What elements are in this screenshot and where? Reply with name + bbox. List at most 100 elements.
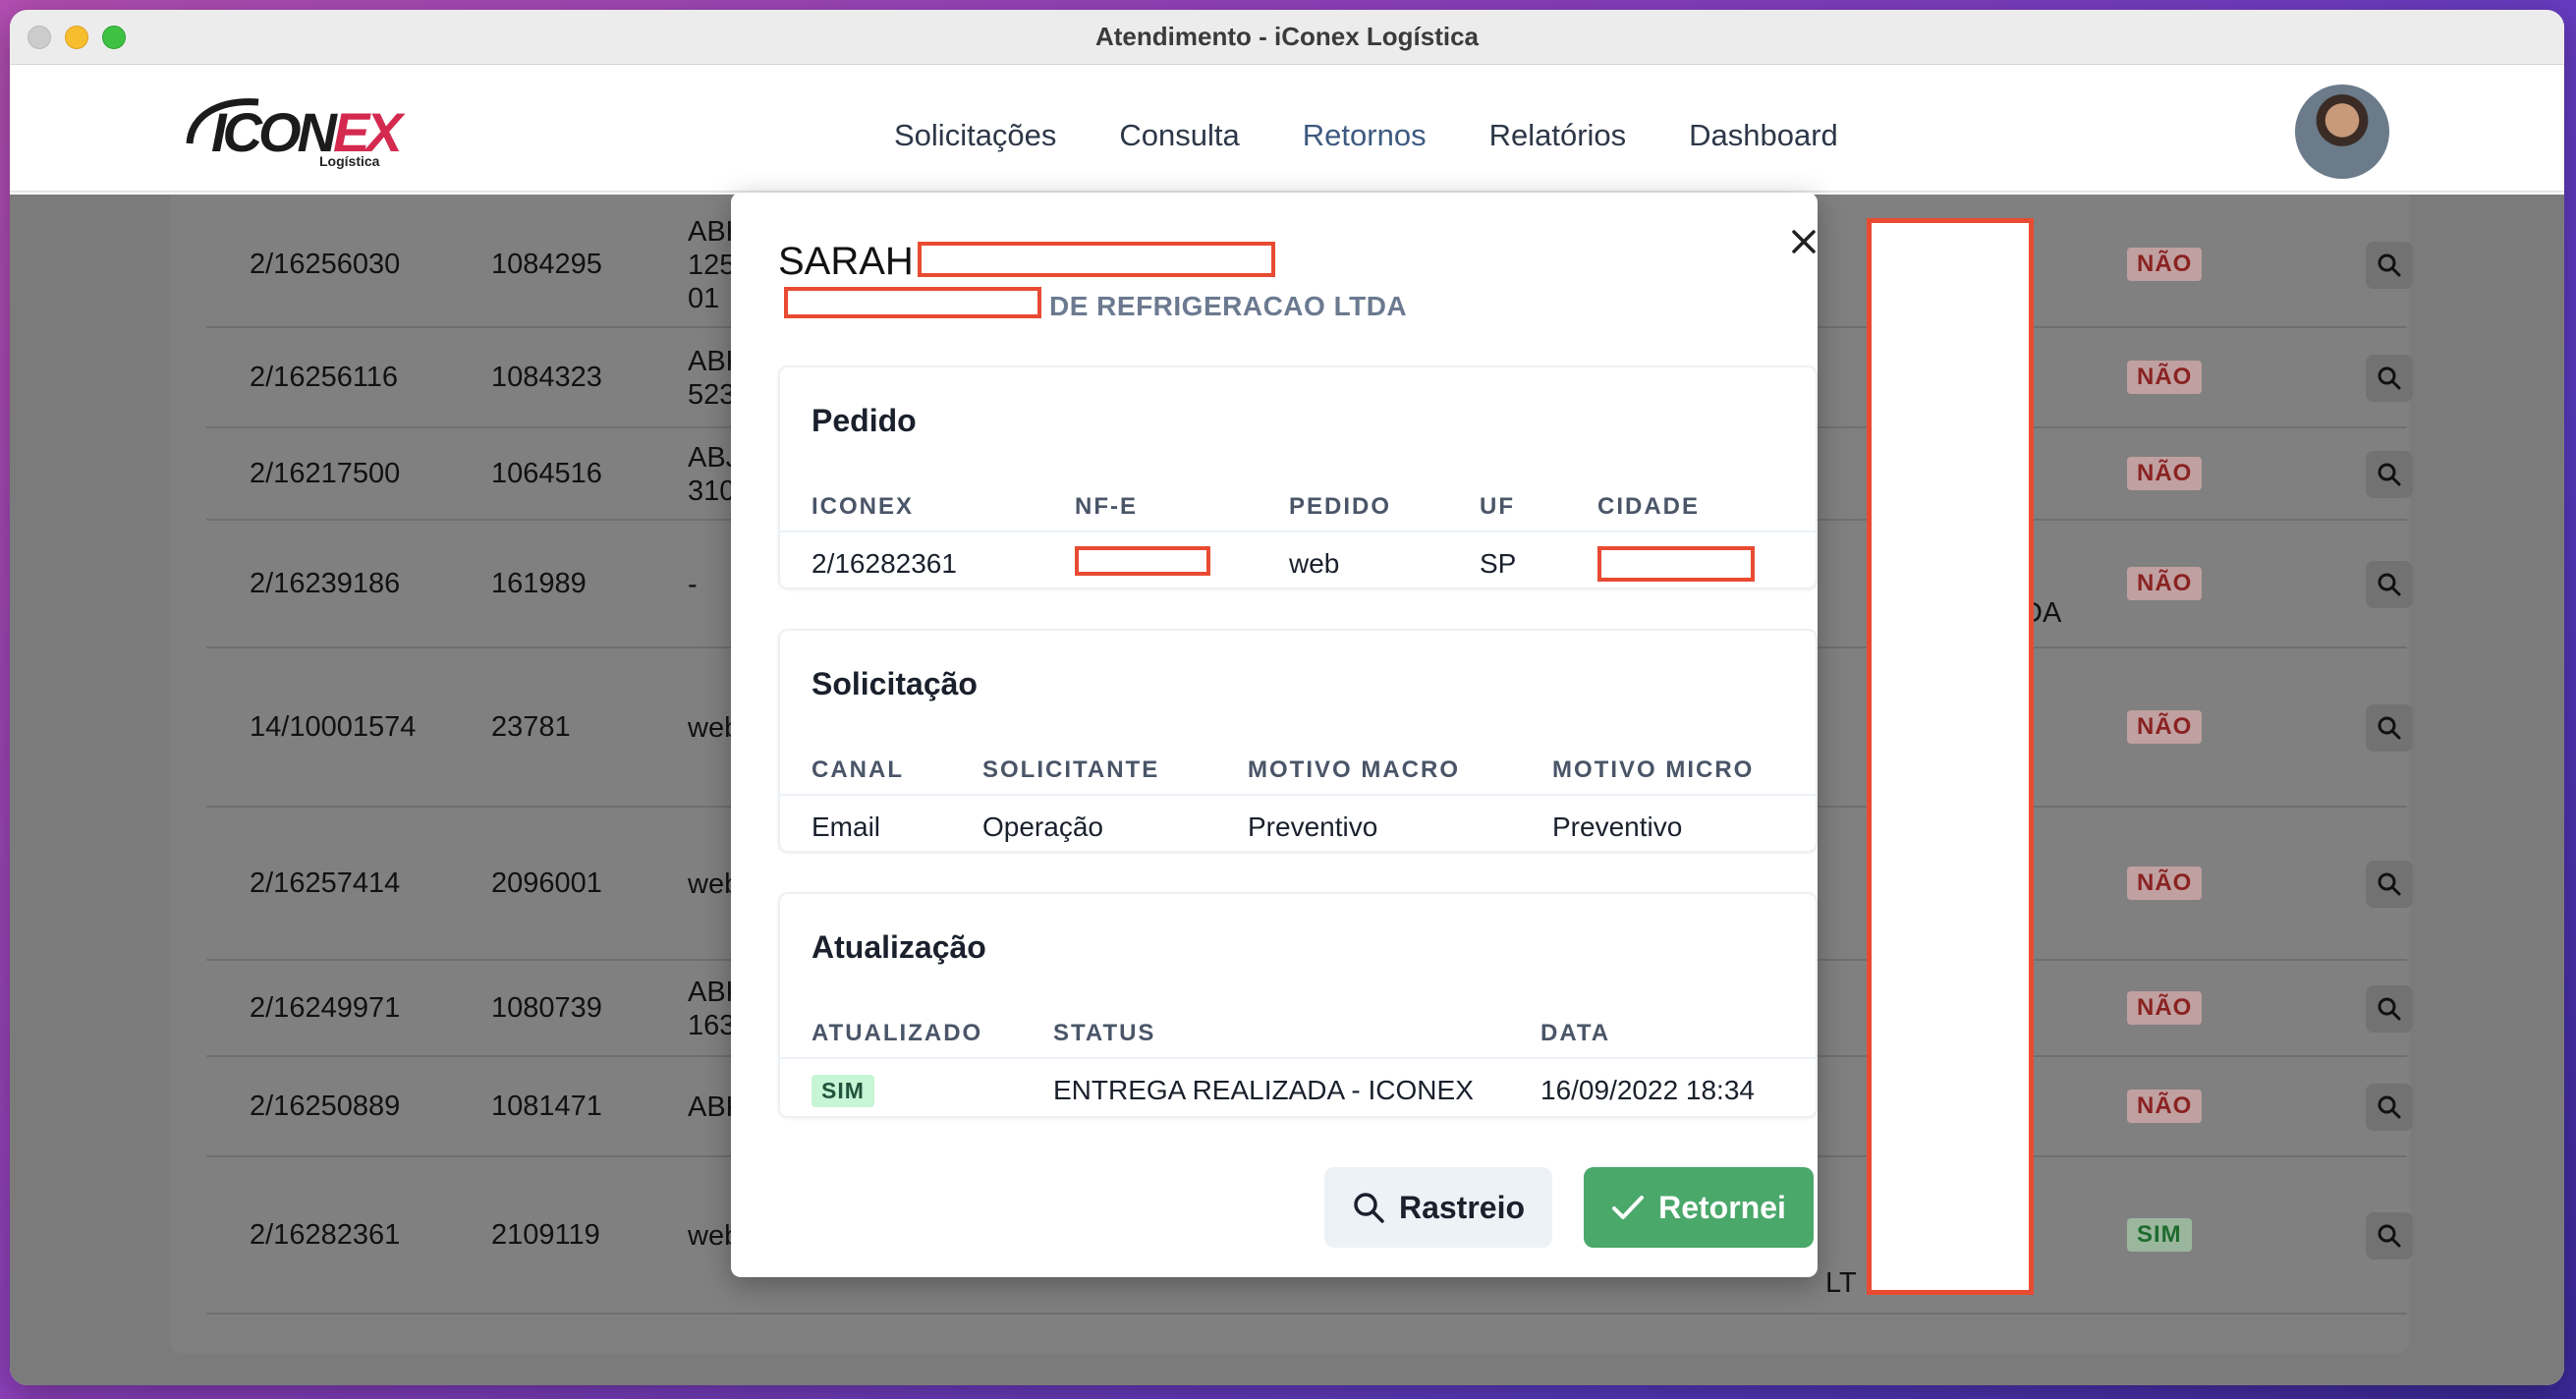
table-cell: Preventivo xyxy=(1552,811,1683,842)
returned-badge: SIM xyxy=(2127,1218,2192,1252)
app-window: Atendimento - iConex Logística ICONEX Lo… xyxy=(10,10,2564,1385)
returned-badge: NÃO xyxy=(2127,1090,2203,1123)
column-header: ICONEX xyxy=(812,493,915,520)
returned-badge: NÃO xyxy=(2127,361,2203,394)
iconex-cell: 2/16257414 xyxy=(250,867,401,899)
search-icon xyxy=(2378,1224,2401,1248)
title-bar: Atendimento - iConex Logística xyxy=(10,10,2564,65)
iconex-cell: 2/16282361 xyxy=(250,1219,401,1251)
pedido-section: Pedido ICONEX NF-E PEDIDO UF CIDADE 2/16… xyxy=(778,365,1818,589)
column-header: MOTIVO MICRO xyxy=(1552,756,1755,783)
nf-cell: 161989 xyxy=(491,568,587,599)
table-cell: SP xyxy=(1480,548,1517,579)
view-details-button[interactable] xyxy=(2366,242,2413,289)
nf-cell: 1084323 xyxy=(491,362,602,393)
search-icon xyxy=(2378,872,2401,896)
window-title: Atendimento - iConex Logística xyxy=(1094,22,1480,51)
returned-badge: NÃO xyxy=(2127,991,2203,1025)
close-window-button[interactable] xyxy=(28,26,51,49)
iconex-cell: 2/16256030 xyxy=(250,249,401,280)
search-icon xyxy=(2378,573,2401,596)
iconex-cell: 14/10001574 xyxy=(250,711,417,743)
column-header: PEDIDO xyxy=(1289,493,1392,520)
iconex-cell: 2/16217500 xyxy=(250,458,401,489)
column-header: CANAL xyxy=(812,756,904,783)
rastreio-button[interactable]: Rastreio xyxy=(1324,1167,1552,1248)
section-title: Solicitação xyxy=(812,666,978,701)
view-details-button[interactable] xyxy=(2366,1212,2413,1259)
user-avatar[interactable] xyxy=(2295,84,2389,179)
close-icon[interactable] xyxy=(1784,222,1823,261)
redaction-box xyxy=(1075,546,1210,576)
column-header: NF-E xyxy=(1075,493,1138,520)
nav-solicitacoes[interactable]: Solicitações xyxy=(894,118,1056,153)
app-header: ICONEX Logística Solicitações Consulta R… xyxy=(10,65,2564,193)
return-detail-modal: SARAH DE REFRIGERACAO LTDA Pedido ICONEX… xyxy=(731,193,1818,1277)
returned-badge: NÃO xyxy=(2127,567,2203,600)
status-badge: SIM xyxy=(812,1075,874,1107)
iconex-logo[interactable]: ICONEX Logística xyxy=(182,92,403,171)
column-header: ATUALIZADO xyxy=(812,1020,983,1046)
table-cell: 2/16282361 xyxy=(812,548,957,579)
nav-consulta[interactable]: Consulta xyxy=(1119,118,1239,153)
nav-retornos[interactable]: Retornos xyxy=(1303,118,1427,153)
view-details-button[interactable] xyxy=(2366,704,2413,752)
customer-company: DE REFRIGERACAO LTDA xyxy=(1049,291,1408,321)
column-header: MOTIVO MACRO xyxy=(1248,756,1460,783)
returned-badge: NÃO xyxy=(2127,248,2203,281)
nf-cell: 2096001 xyxy=(491,867,602,899)
minimize-window-button[interactable] xyxy=(65,26,88,49)
nf-cell: 1081471 xyxy=(491,1091,602,1122)
returned-badge: NÃO xyxy=(2127,867,2203,900)
column-header: UF xyxy=(1480,493,1515,520)
search-icon xyxy=(2378,253,2401,277)
nf-cell: 1080739 xyxy=(491,992,602,1024)
view-details-button[interactable] xyxy=(2366,355,2413,402)
iconex-cell: 2/16239186 xyxy=(250,568,401,599)
window-controls xyxy=(28,26,126,49)
iconex-cell: 2/16249971 xyxy=(250,992,401,1024)
search-icon xyxy=(1354,1193,1384,1223)
section-title: Pedido xyxy=(812,403,917,438)
nf-cell: 23781 xyxy=(491,711,571,743)
search-icon xyxy=(2378,463,2401,486)
retornei-label: Retornei xyxy=(1658,1189,1786,1225)
redaction-box xyxy=(1597,546,1755,582)
main-nav: Solicitações Consulta Retornos Relatório… xyxy=(894,118,1838,153)
returned-badge: NÃO xyxy=(2127,710,2203,744)
redaction-box xyxy=(784,287,1041,318)
search-icon xyxy=(2378,716,2401,740)
pedido-cell: - xyxy=(688,569,698,600)
view-details-button[interactable] xyxy=(2366,1084,2413,1131)
nf-cell: 2109119 xyxy=(491,1219,600,1251)
section-title: Atualização xyxy=(812,929,986,965)
table-cell: ENTREGA REALIZADA - ICONEX xyxy=(1053,1075,1474,1105)
table-cell: Operação xyxy=(982,811,1103,842)
check-icon xyxy=(1612,1196,1645,1219)
iconex-cell: 2/16250889 xyxy=(250,1091,401,1122)
column-header: STATUS xyxy=(1053,1020,1156,1046)
redaction-box xyxy=(918,242,1275,277)
atualizacao-section: Atualização ATUALIZADO STATUS DATA SIM E… xyxy=(778,892,1818,1118)
table-cell: Preventivo xyxy=(1248,811,1378,842)
nav-relatorios[interactable]: Relatórios xyxy=(1489,118,1627,153)
table-cell: web xyxy=(1289,548,1340,579)
search-icon xyxy=(2378,997,2401,1021)
maximize-window-button[interactable] xyxy=(102,26,126,49)
iconex-cell: 2/16256116 xyxy=(250,362,399,393)
view-details-button[interactable] xyxy=(2366,985,2413,1033)
nav-dashboard[interactable]: Dashboard xyxy=(1689,118,1838,153)
table-cell: 16/09/2022 18:34 xyxy=(1540,1075,1755,1105)
search-icon xyxy=(2378,1095,2401,1119)
table-cell: Email xyxy=(812,811,881,842)
view-details-button[interactable] xyxy=(2366,561,2413,608)
column-header: CIDADE xyxy=(1597,493,1701,520)
retornei-button[interactable]: Retornei xyxy=(1584,1167,1814,1248)
search-icon xyxy=(2378,366,2401,390)
column-header: SOLICITANTE xyxy=(982,756,1160,783)
column-header: DATA xyxy=(1540,1020,1611,1046)
view-details-button[interactable] xyxy=(2366,861,2413,908)
redaction-box xyxy=(1867,218,2034,1295)
rastreio-label: Rastreio xyxy=(1398,1189,1526,1225)
view-details-button[interactable] xyxy=(2366,451,2413,498)
